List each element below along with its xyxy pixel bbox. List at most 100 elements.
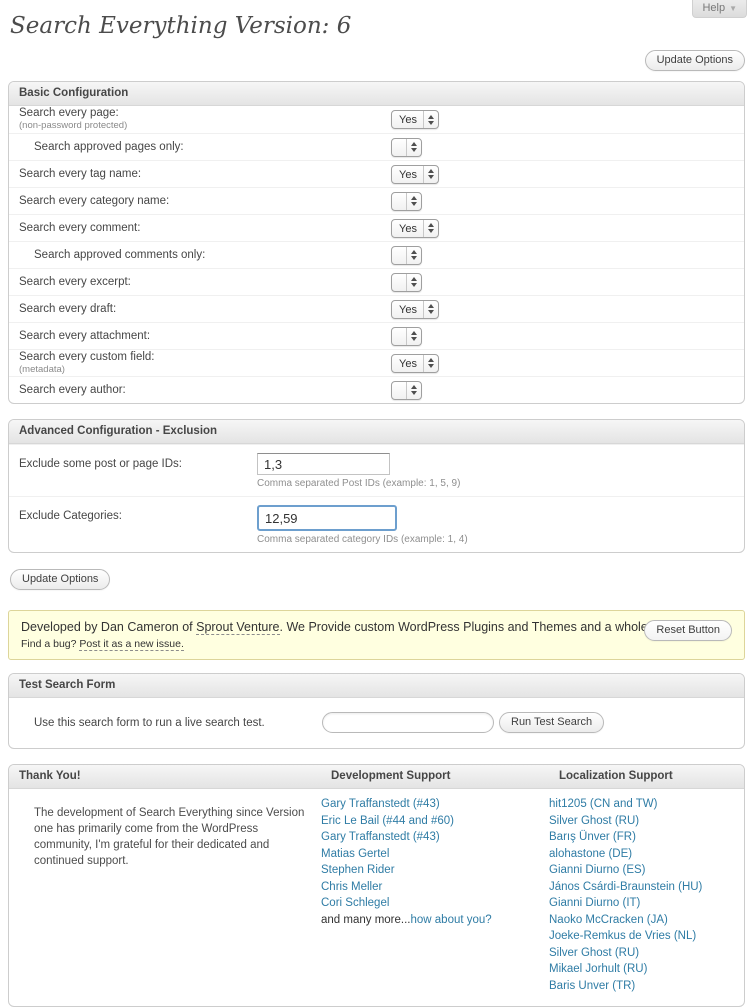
test-search-label: Use this search form to run a live searc… <box>34 717 322 729</box>
how-about-you-link[interactable]: how about you? <box>410 914 491 926</box>
thank-you-paragraph: The development of Search Everything sin… <box>34 805 313 869</box>
config-row: Search every tag name:Yes <box>9 160 744 187</box>
advanced-configuration-header: Advanced Configuration - Exclusion <box>9 420 744 444</box>
yes-no-select[interactable] <box>391 192 422 211</box>
sprout-venture-link[interactable]: Sprout Venture <box>196 620 279 635</box>
supporter-link[interactable]: Gianni Diurno (IT) <box>549 897 640 909</box>
supporter-item: Gianni Diurno (ES) <box>549 864 744 877</box>
loc-support-list: hit1205 (CN and TW) Silver Ghost (RU) Barı… <box>549 798 744 992</box>
select-arrows-icon <box>406 382 421 399</box>
exclude-post-ids-helper: Comma separated Post IDs (example: 1, 5,… <box>257 478 460 489</box>
advanced-configuration-section: Advanced Configuration - Exclusion Exclu… <box>8 419 745 553</box>
supporter-link[interactable]: Cori Schlegel <box>321 897 389 909</box>
select-arrows-icon <box>406 274 421 291</box>
exclude-categories-input[interactable] <box>257 505 397 531</box>
exclude-post-ids-input[interactable] <box>257 453 390 475</box>
select-arrows-icon <box>423 166 438 183</box>
select-arrows-icon <box>423 301 438 318</box>
config-row-label: Search every comment: <box>19 222 391 234</box>
yes-no-select[interactable]: Yes <box>391 110 439 129</box>
basic-config-rows: Search every page:(non-password protecte… <box>9 106 744 403</box>
supporter-item: Joeke-Remkus de Vries (NL) <box>549 930 744 943</box>
exclude-post-ids-label: Exclude some post or page IDs: <box>19 453 257 489</box>
basic-configuration-section: Basic Configuration Search every page:(n… <box>8 81 745 404</box>
more-text: and many more... <box>321 914 410 926</box>
developer-notice-line1: Developed by Dan Cameron of Sprout Ventu… <box>21 619 732 635</box>
supporter-link[interactable]: Naoko McCracken (JA) <box>549 914 668 926</box>
post-new-issue-link[interactable]: Post it as a new issue. <box>79 638 183 651</box>
supporter-link[interactable]: Stephen Rider <box>321 864 395 876</box>
config-row: Search every attachment: <box>9 322 744 349</box>
yes-no-select[interactable] <box>391 381 422 400</box>
notice-text: Developed by Dan Cameron of <box>21 620 196 634</box>
thank-you-title: Thank You! <box>19 770 331 782</box>
development-support-col: Gary Traffanstedt (#43) Eric Le Bail (#44… <box>321 789 549 996</box>
supporter-item: hit1205 (CN and TW) <box>549 798 744 811</box>
dev-support-more-line: and many more...how about you? <box>321 914 549 926</box>
config-row: Search every comment:Yes <box>9 214 744 241</box>
development-support-title: Development Support <box>331 770 559 782</box>
config-row-label: Search every excerpt: <box>19 276 391 288</box>
developer-notice: Developed by Dan Cameron of Sprout Ventu… <box>8 610 745 660</box>
select-arrows-icon <box>406 193 421 210</box>
supporter-link[interactable]: Chris Meller <box>321 881 382 893</box>
reset-button[interactable]: Reset Button <box>644 620 732 641</box>
supporter-link[interactable]: hit1205 (CN and TW) <box>549 798 657 810</box>
help-tab-label: Help <box>702 2 725 14</box>
supporter-item: Eric Le Bail (#44 and #60) <box>321 815 549 828</box>
update-options-button-bottom[interactable]: Update Options <box>10 569 110 590</box>
notice-text: . We Provide custom WordPress Plugins an… <box>280 620 700 634</box>
config-row: Search every author: <box>9 376 744 403</box>
supporter-item: Matias Gertel <box>321 848 549 861</box>
yes-no-select[interactable] <box>391 138 422 157</box>
run-test-search-button[interactable]: Run Test Search <box>499 712 604 733</box>
thank-you-paragraph-col: The development of Search Everything sin… <box>9 789 321 996</box>
yes-no-select[interactable]: Yes <box>391 165 439 184</box>
supporter-link[interactable]: Eric Le Bail (#44 and #60) <box>321 815 454 827</box>
yes-no-select[interactable]: Yes <box>391 300 439 319</box>
supporter-item: alohastone (DE) <box>549 848 744 861</box>
config-row-label: Search approved pages only: <box>19 141 391 153</box>
thank-you-body: The development of Search Everything sin… <box>9 789 744 1006</box>
thank-you-section: Thank You! Development Support Localizat… <box>8 764 745 1007</box>
test-search-row: Use this search form to run a live searc… <box>9 698 744 748</box>
yes-no-select[interactable] <box>391 327 422 346</box>
supporter-link[interactable]: Baris Unver (TR) <box>549 980 635 992</box>
config-row: Search approved pages only: <box>9 133 744 160</box>
select-arrows-icon <box>423 111 438 128</box>
config-row: Search every excerpt: <box>9 268 744 295</box>
supporter-link[interactable]: Gianni Diurno (ES) <box>549 864 646 876</box>
config-row-label: Search every attachment: <box>19 330 391 342</box>
supporter-link[interactable]: János Csárdi-Braunstein (HU) <box>549 881 702 893</box>
yes-no-select[interactable]: Yes <box>391 219 439 238</box>
config-row-sublabel: (metadata) <box>19 364 391 376</box>
supporter-link[interactable]: Joeke-Remkus de Vries (NL) <box>549 930 696 942</box>
supporter-link[interactable]: alohastone (DE) <box>549 848 632 860</box>
supporter-item: Barış Ünver (FR) <box>549 831 744 844</box>
supporter-link[interactable]: Silver Ghost (RU) <box>549 947 639 959</box>
supporter-item: Gary Traffanstedt (#43) <box>321 831 549 844</box>
config-row: Search every category name: <box>9 187 744 214</box>
update-options-button-top[interactable]: Update Options <box>645 50 745 71</box>
exclude-categories-field: Comma separated category IDs (example: 1… <box>257 505 468 545</box>
supporter-link[interactable]: Silver Ghost (RU) <box>549 815 639 827</box>
supporter-item: Baris Unver (TR) <box>549 980 744 993</box>
top-actions: Update Options <box>8 50 745 72</box>
supporter-link[interactable]: Gary Traffanstedt (#43) <box>321 798 440 810</box>
help-tab[interactable]: Help ▼ <box>692 0 747 18</box>
supporter-link[interactable]: Barış Ünver (FR) <box>549 831 636 843</box>
exclude-categories-row: Exclude Categories: Comma separated cate… <box>9 496 744 552</box>
supporter-link[interactable]: Mikael Jorhult (RU) <box>549 963 647 975</box>
yes-no-select[interactable] <box>391 273 422 292</box>
yes-no-select[interactable]: Yes <box>391 354 439 373</box>
notice-text: Find a bug? <box>21 638 79 650</box>
test-search-input[interactable] <box>322 712 494 733</box>
config-row-label: Search every tag name: <box>19 168 391 180</box>
exclude-post-ids-field: Comma separated Post IDs (example: 1, 5,… <box>257 453 460 489</box>
page-title: Search Everything Version: 6 <box>8 0 745 41</box>
supporter-link[interactable]: Gary Traffanstedt (#43) <box>321 831 440 843</box>
config-row-sublabel: (non-password protected) <box>19 120 391 132</box>
config-row: Search every page:(non-password protecte… <box>9 106 744 133</box>
supporter-link[interactable]: Matias Gertel <box>321 848 389 860</box>
yes-no-select[interactable] <box>391 246 422 265</box>
